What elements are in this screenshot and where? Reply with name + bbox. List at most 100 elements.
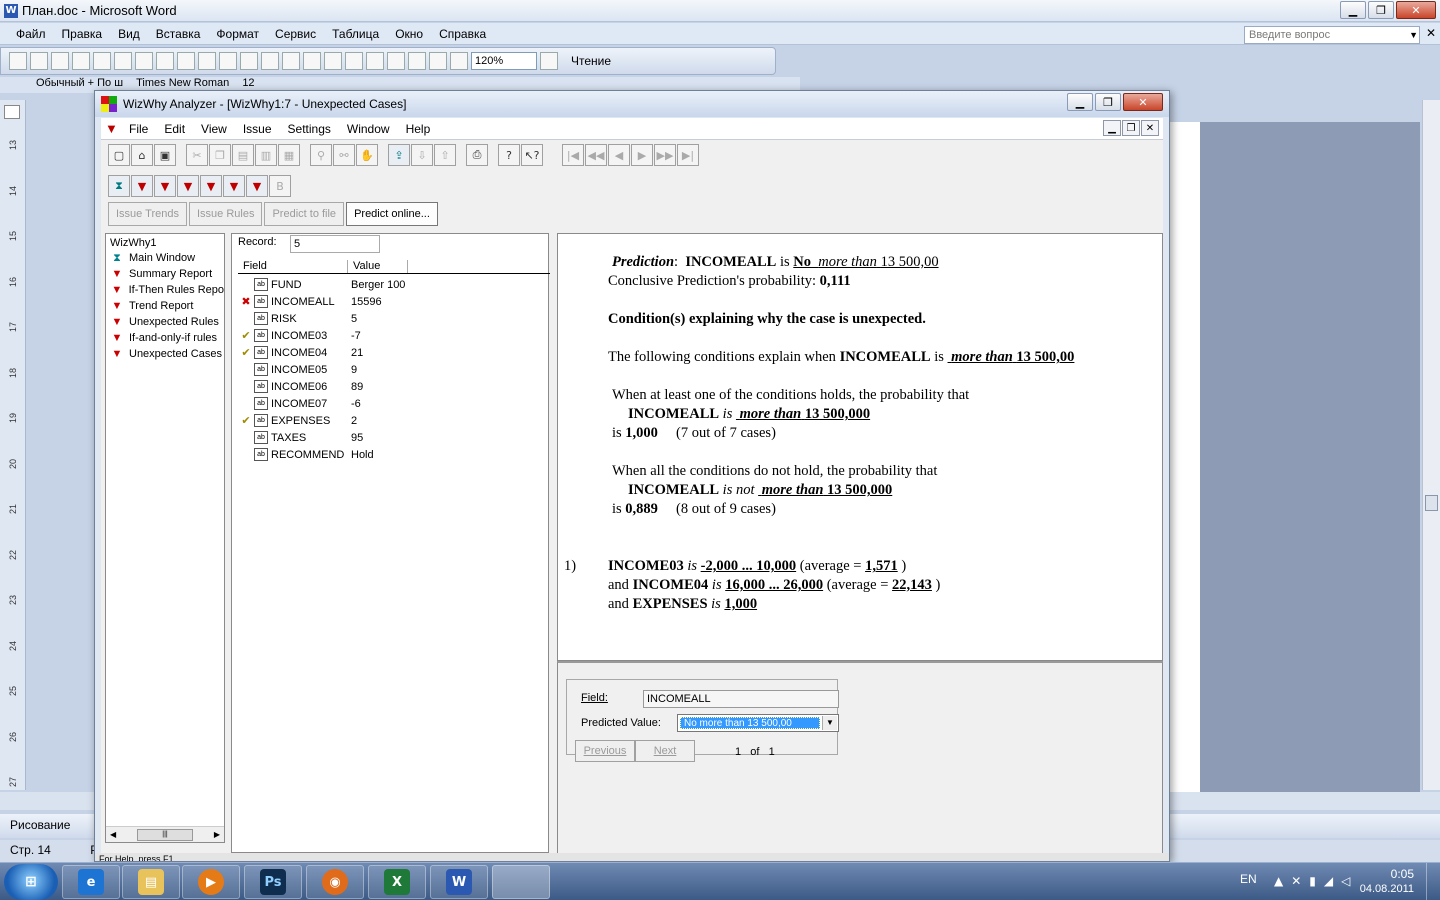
if-then-report-icon[interactable]: ▼ bbox=[154, 175, 176, 197]
columns-icon[interactable] bbox=[387, 52, 405, 70]
menu-window[interactable]: Window bbox=[339, 122, 398, 136]
word-menu-view[interactable]: Вид bbox=[110, 27, 148, 41]
open-icon[interactable]: ⌂ bbox=[131, 144, 153, 166]
b-report-icon[interactable]: B bbox=[269, 175, 291, 197]
predicted-value-select[interactable]: No more than 13 500,00 ▼ bbox=[677, 714, 839, 732]
menu-settings[interactable]: Settings bbox=[280, 122, 339, 136]
clock-time[interactable]: 0:05 bbox=[1391, 867, 1414, 881]
table-row[interactable]: ab INCOME07 -6 bbox=[238, 395, 550, 412]
permission-icon[interactable] bbox=[72, 52, 90, 70]
tables-borders-icon[interactable] bbox=[324, 52, 342, 70]
select-all-icon[interactable]: ▦ bbox=[278, 144, 300, 166]
tree-item-iff-rules[interactable]: ▼ If-and-only-if rules bbox=[106, 330, 224, 346]
table-row[interactable]: ✖ ab INCOMEALL 15596 bbox=[238, 293, 550, 310]
mdi-minimize-button[interactable]: ▁ bbox=[1103, 120, 1121, 136]
wizwhy-maximize-button[interactable]: ❐ bbox=[1095, 93, 1121, 111]
import-icon[interactable]: ⇩ bbox=[411, 144, 433, 166]
main-window-report-icon[interactable]: ⧗ bbox=[108, 175, 130, 197]
trend-report-icon[interactable]: ▼ bbox=[177, 175, 199, 197]
format-painter-icon[interactable] bbox=[240, 52, 258, 70]
taskbar-word[interactable]: W bbox=[430, 865, 488, 899]
print-icon[interactable]: ⎙ bbox=[466, 144, 488, 166]
taskbar-explorer[interactable]: ▤ bbox=[122, 865, 180, 899]
scroll-thumb[interactable] bbox=[1425, 495, 1438, 511]
tray-icons[interactable]: ▲✕▮◢◁ bbox=[1274, 874, 1358, 888]
help-icon[interactable]: ? bbox=[498, 144, 520, 166]
tree-item-trend-report[interactable]: ▼ Trend Report bbox=[106, 298, 224, 314]
word-draw-button[interactable]: Рисование bbox=[10, 818, 70, 832]
copy-icon[interactable] bbox=[198, 52, 216, 70]
menu-issue[interactable]: Issue bbox=[235, 122, 280, 136]
word-zoom-combo[interactable]: 120% bbox=[471, 52, 537, 70]
word-menu-format[interactable]: Формат bbox=[208, 27, 267, 41]
insert-excel-icon[interactable] bbox=[366, 52, 384, 70]
word-menu-tools[interactable]: Сервис bbox=[267, 27, 324, 41]
word-read-button[interactable]: Чтение bbox=[571, 54, 611, 68]
word-menu-edit[interactable]: Правка bbox=[54, 27, 111, 41]
taskbar-media-player[interactable]: ▶ bbox=[182, 865, 240, 899]
word-ask-question-input[interactable]: Введите вопрос bbox=[1244, 26, 1420, 44]
mdi-document-icon[interactable]: ▼ bbox=[105, 121, 121, 136]
document-map-icon[interactable] bbox=[429, 52, 447, 70]
wizwhy-minimize-button[interactable]: ▁ bbox=[1067, 93, 1093, 111]
issue-rules-button[interactable]: Issue Rules bbox=[188, 202, 263, 226]
help-icon[interactable] bbox=[540, 52, 558, 70]
word-font-combo[interactable]: Times New Roman bbox=[136, 77, 229, 89]
tree-item-unexpected-cases[interactable]: ▼ Unexpected Cases bbox=[106, 346, 224, 362]
tree-item-main-window[interactable]: ⧗ Main Window bbox=[106, 250, 224, 266]
next-record-icon[interactable]: ▶ bbox=[631, 144, 653, 166]
scroll-thumb[interactable]: ||| bbox=[137, 828, 193, 841]
export-icon[interactable]: ⇪ bbox=[388, 144, 410, 166]
word-style-combo[interactable]: Обычный + По ш bbox=[36, 77, 123, 89]
table-row[interactable]: ab INCOME06 89 bbox=[238, 378, 550, 395]
hand-icon[interactable]: ✋ bbox=[356, 144, 378, 166]
open-icon[interactable] bbox=[30, 52, 48, 70]
start-button[interactable]: ⊞ bbox=[4, 864, 58, 900]
tree-item-unexpected-rules[interactable]: ▼ Unexpected Rules bbox=[106, 314, 224, 330]
record-number-input[interactable]: 5 bbox=[290, 235, 380, 253]
tree-item-summary-report[interactable]: ▼ Summary Report bbox=[106, 266, 224, 282]
table-row[interactable]: ab INCOME05 9 bbox=[238, 361, 550, 378]
find-icon[interactable]: ⚲ bbox=[310, 144, 332, 166]
first-record-icon[interactable]: |◀ bbox=[562, 144, 584, 166]
redo-icon[interactable] bbox=[282, 52, 300, 70]
save-icon[interactable] bbox=[51, 52, 69, 70]
drawing-icon[interactable] bbox=[408, 52, 426, 70]
predict-to-file-button[interactable]: Predict to file bbox=[264, 202, 345, 226]
clock-date[interactable]: 04.08.2011 bbox=[1360, 883, 1414, 895]
col-header-field[interactable]: Field bbox=[238, 260, 348, 273]
taskbar-photoshop[interactable]: Ps bbox=[244, 865, 302, 899]
word-doc-close-icon[interactable]: ✕ bbox=[1426, 26, 1436, 40]
mdi-restore-button[interactable]: ❐ bbox=[1122, 120, 1140, 136]
table-row[interactable]: ab FUND Berger 100 bbox=[238, 276, 550, 293]
upload-icon[interactable]: ⇧ bbox=[434, 144, 456, 166]
prev-page-icon[interactable]: ◀◀ bbox=[585, 144, 607, 166]
new-icon[interactable]: ▢ bbox=[108, 144, 130, 166]
menu-view[interactable]: View bbox=[193, 122, 235, 136]
taskbar-ie[interactable]: e bbox=[62, 865, 120, 899]
word-menu-insert[interactable]: Вставка bbox=[148, 27, 209, 41]
show-desktop-button[interactable] bbox=[1426, 863, 1440, 900]
tree-root[interactable]: WizWhy1 bbox=[106, 234, 224, 250]
word-vertical-scrollbar[interactable] bbox=[1422, 100, 1440, 790]
word-menu-file[interactable]: Файл bbox=[8, 27, 54, 41]
next-button[interactable]: Next bbox=[635, 740, 695, 762]
taskbar-excel[interactable]: X bbox=[368, 865, 426, 899]
paste-special-icon[interactable]: ▥ bbox=[255, 144, 277, 166]
word-close-button[interactable]: ✕ bbox=[1396, 1, 1436, 19]
taskbar-wizwhy[interactable] bbox=[492, 865, 550, 899]
menu-edit[interactable]: Edit bbox=[156, 122, 193, 136]
copy-icon[interactable]: ❐ bbox=[209, 144, 231, 166]
find-next-icon[interactable]: ⚯ bbox=[333, 144, 355, 166]
print-icon[interactable] bbox=[93, 52, 111, 70]
chevron-down-icon[interactable]: ▼ bbox=[1409, 26, 1418, 44]
context-help-icon[interactable]: ↖? bbox=[521, 144, 543, 166]
word-size-combo[interactable]: 12 bbox=[242, 77, 254, 89]
word-minimize-button[interactable]: ▁ bbox=[1340, 1, 1366, 19]
table-row[interactable]: ✔ ab INCOME03 -7 bbox=[238, 327, 550, 344]
cut-icon[interactable] bbox=[177, 52, 195, 70]
col-header-value[interactable]: Value bbox=[348, 260, 408, 273]
wizwhy-close-button[interactable]: ✕ bbox=[1123, 93, 1163, 111]
print-preview-icon[interactable] bbox=[114, 52, 132, 70]
new-doc-icon[interactable] bbox=[9, 52, 27, 70]
